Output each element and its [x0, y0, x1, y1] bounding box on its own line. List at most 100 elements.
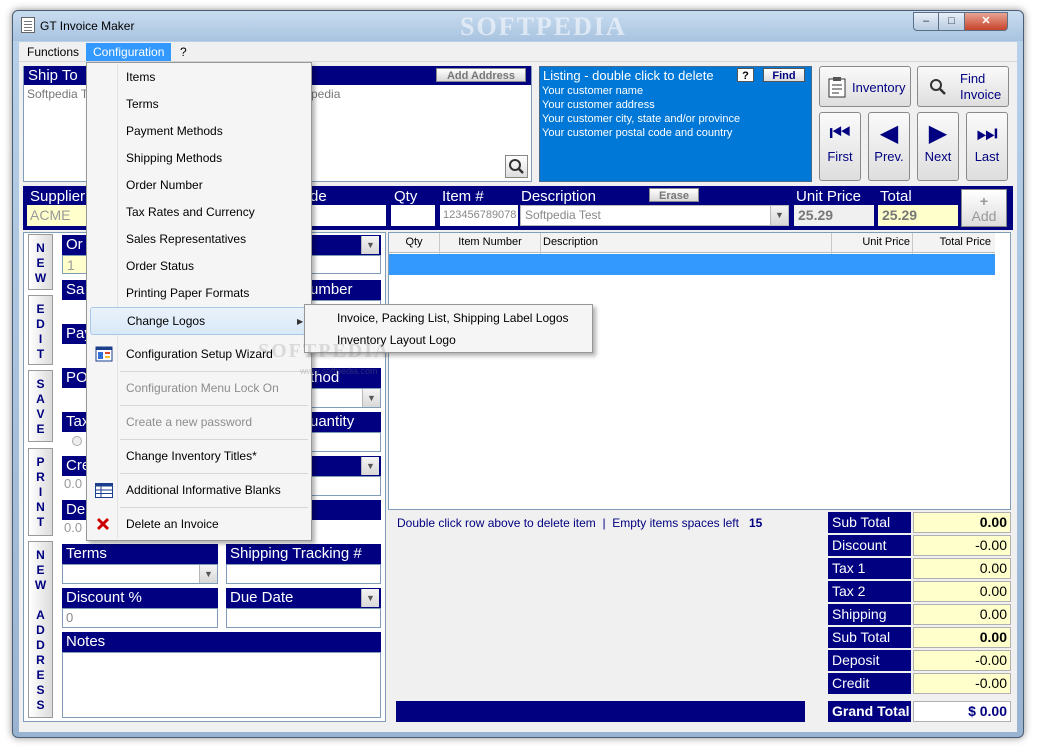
- first-button[interactable]: ⏮ First: [819, 112, 861, 181]
- grid-col-qty[interactable]: Qty: [389, 236, 439, 248]
- menu-item-delete-invoice[interactable]: Delete an Invoice: [90, 511, 310, 538]
- deposit-field[interactable]: 0.0: [64, 520, 82, 535]
- discount-field[interactable]: 0: [62, 608, 218, 628]
- menu-item-shipping-methods[interactable]: Shipping Methods: [90, 145, 310, 172]
- total-label: Total: [880, 188, 912, 205]
- description-combo[interactable]: Softpedia Test ▼: [520, 205, 789, 226]
- menu-item-change-logos[interactable]: Change Logos ▶: [90, 307, 310, 335]
- grid-col-total-price[interactable]: Total Price: [913, 236, 991, 248]
- combo-arrow-icon[interactable]: ▼: [361, 589, 379, 607]
- grid-col-unit-price[interactable]: Unit Price: [832, 236, 910, 248]
- erase-button[interactable]: Erase: [649, 188, 699, 202]
- shipping-value[interactable]: 0.00: [913, 604, 1011, 625]
- ship-to-value[interactable]: Softpedia T: [27, 87, 88, 101]
- last-button[interactable]: ⏭ Last: [966, 112, 1008, 181]
- description-value: Softpedia Test: [525, 208, 601, 222]
- tax-radio[interactable]: [72, 436, 82, 446]
- unit-price-field[interactable]: 25.29: [794, 205, 874, 226]
- save-button[interactable]: SAVE: [28, 370, 53, 442]
- bill-to-value[interactable]: pedia: [311, 87, 340, 101]
- new-address-button[interactable]: NEWADDRESS: [28, 541, 53, 718]
- menu-item-informative-blanks[interactable]: Additional Informative Blanks: [90, 477, 310, 504]
- new-invoice-button[interactable]: NEW: [28, 234, 53, 290]
- delete-hint-text: Double click row above to delete item: [397, 516, 596, 530]
- grand-total-value: $ 0.00: [913, 701, 1011, 722]
- quantity-field[interactable]: [310, 432, 381, 452]
- side-letter: A: [36, 392, 45, 406]
- menu-item-order-number[interactable]: Order Number: [90, 172, 310, 199]
- grid-col-description[interactable]: Description: [543, 236, 831, 248]
- menu-item-tax-rates[interactable]: Tax Rates and Currency: [90, 199, 310, 226]
- menu-item-order-status[interactable]: Order Status: [90, 253, 310, 280]
- qty-field[interactable]: [391, 205, 435, 226]
- search-address-button[interactable]: [505, 155, 528, 178]
- order-field[interactable]: 1: [62, 255, 88, 274]
- add-address-button[interactable]: Add Address: [436, 68, 526, 82]
- number-label: umber: [310, 280, 381, 300]
- listing-find-button[interactable]: Find: [763, 68, 805, 82]
- listing-line: Your customer postal code and country: [542, 127, 733, 139]
- combo-arrow-icon[interactable]: ▼: [362, 389, 380, 407]
- status-combo[interactable]: ▼: [310, 456, 381, 476]
- menu-item-sales-reps[interactable]: Sales Representatives: [90, 226, 310, 253]
- menu-item-items[interactable]: Items: [90, 64, 310, 91]
- grid-col-item-number[interactable]: Item Number: [439, 236, 541, 248]
- edit-button[interactable]: EDIT: [28, 295, 53, 365]
- change-logos-label: Change Logos: [127, 314, 206, 328]
- combo-arrow-icon[interactable]: ▼: [199, 565, 217, 583]
- due-date-combo[interactable]: ▼: [360, 589, 380, 607]
- close-button[interactable]: ✕: [964, 12, 1008, 31]
- menu-item-payment-methods[interactable]: Payment Methods: [90, 118, 310, 145]
- next-button[interactable]: ▶ Next: [917, 112, 959, 181]
- notes-textarea[interactable]: [62, 652, 381, 718]
- combo-arrow-icon[interactable]: ▼: [361, 236, 379, 254]
- payment-label: Pay: [62, 324, 92, 344]
- deposit-total-value[interactable]: -0.00: [913, 650, 1011, 671]
- terms-combo[interactable]: ▼: [62, 564, 218, 584]
- side-letter: T: [36, 515, 45, 529]
- discount-total-label: Discount: [828, 535, 911, 556]
- credit-field[interactable]: 0.0: [64, 476, 82, 491]
- supplier-field[interactable]: ACME: [27, 205, 87, 226]
- tracking-field[interactable]: [226, 564, 381, 584]
- delete-invoice-label: Delete an Invoice: [126, 517, 219, 531]
- maximize-button[interactable]: □: [938, 12, 965, 31]
- status-field[interactable]: [310, 476, 381, 496]
- menu-item-paper-formats[interactable]: Printing Paper Formats: [90, 280, 310, 307]
- due-date-field[interactable]: [226, 608, 381, 628]
- find-invoice-button[interactable]: Find Invoice: [917, 66, 1009, 107]
- combo-arrow-icon[interactable]: ▼: [361, 457, 379, 475]
- delete-hint: Double click row above to delete item | …: [397, 516, 762, 530]
- add-label: Add: [971, 208, 997, 224]
- inventory-button[interactable]: Inventory: [819, 66, 911, 107]
- add-item-button[interactable]: + Add: [961, 189, 1007, 227]
- combo-arrow-icon[interactable]: ▼: [770, 206, 788, 225]
- minimize-button[interactable]: –: [913, 12, 939, 31]
- credit-total-value[interactable]: -0.00: [913, 673, 1011, 694]
- code-field[interactable]: [310, 205, 386, 226]
- order-status-combo[interactable]: ▼: [310, 235, 381, 255]
- side-letter: I: [38, 485, 43, 499]
- side-letter: D: [36, 317, 45, 331]
- listing-help-button[interactable]: ?: [737, 68, 754, 82]
- order-status-field[interactable]: [310, 255, 381, 274]
- print-button[interactable]: PRINT: [28, 448, 53, 536]
- prev-button[interactable]: ◀ Prev.: [868, 112, 910, 181]
- credit-label: Cre: [62, 456, 90, 476]
- listing-line: Your customer city, state and/or provinc…: [542, 113, 741, 125]
- credit-total-label: Credit: [828, 673, 911, 694]
- find-invoice-label-1: Find: [960, 71, 986, 86]
- menu-item-terms[interactable]: Terms: [90, 91, 310, 118]
- menu-functions[interactable]: Functions: [20, 43, 86, 61]
- menu-configuration[interactable]: Configuration: [86, 43, 172, 61]
- menu-item-inventory-titles[interactable]: Change Inventory Titles*: [90, 443, 310, 470]
- informative-blanks-label: Additional Informative Blanks: [126, 483, 281, 497]
- item-field[interactable]: 123456789078: [440, 205, 518, 226]
- tracking-label: Shipping Tracking #: [226, 544, 381, 564]
- submenu-item-document-logos[interactable]: Invoice, Packing List, Shipping Label Lo…: [307, 307, 593, 329]
- table-row[interactable]: [389, 254, 995, 275]
- listing-line: Your customer address: [542, 99, 655, 111]
- due-date-label: Due Date: [226, 588, 381, 608]
- menu-help[interactable]: ?: [173, 43, 194, 61]
- method-combo[interactable]: ▼: [310, 388, 381, 408]
